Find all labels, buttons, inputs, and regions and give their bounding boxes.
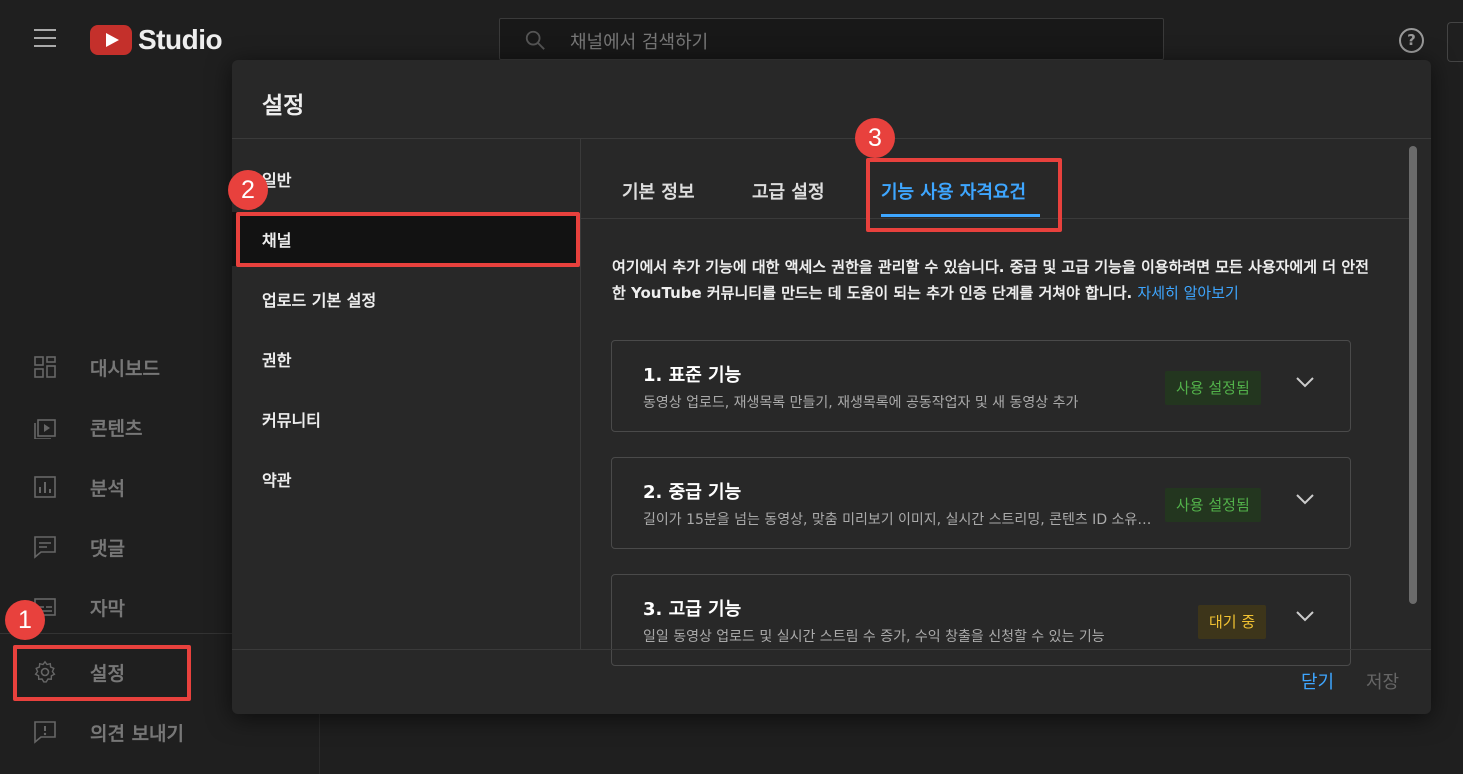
status-badge: 사용 설정됨 (1165, 488, 1261, 522)
nav-label: 댓글 (90, 537, 125, 560)
studio-logo[interactable]: Studio (90, 24, 223, 56)
chevron-down-icon[interactable] (1295, 375, 1315, 389)
logo-text: Studio (138, 24, 223, 55)
side-item-label: 업로드 기본 설정 (262, 291, 377, 310)
settings-side-item-upload-defaults[interactable]: 업로드 기본 설정 (232, 272, 580, 326)
side-item-label: 약관 (262, 471, 292, 490)
status-badge: 사용 설정됨 (1165, 371, 1261, 405)
settings-side-item-agreements[interactable]: 약관 (232, 452, 580, 506)
divider (232, 138, 1431, 139)
learn-more-link[interactable]: 자세히 알아보기 (1137, 284, 1238, 302)
tab-advanced-settings[interactable]: 고급 설정 (752, 178, 825, 204)
status-badge: 대기 중 (1198, 605, 1267, 639)
scrollbar[interactable] (1409, 146, 1417, 604)
search-box[interactable]: 채널에서 검색하기 (499, 18, 1164, 60)
feedback-icon (34, 721, 56, 744)
feature-card-intermediate[interactable]: 2. 중급 기능 길이가 15분을 넘는 동영상, 맞춤 미리보기 이미지, 실… (611, 457, 1351, 549)
card-subtitle: 길이가 15분을 넘는 동영상, 맞춤 미리보기 이미지, 실시간 스트리밍, … (643, 512, 1153, 528)
youtube-logo-icon (90, 25, 132, 55)
settings-side-item-general[interactable]: 일반 (232, 152, 580, 206)
tab-basic-info[interactable]: 기본 정보 (622, 178, 695, 204)
chevron-down-icon[interactable] (1295, 492, 1315, 506)
side-item-label: 권한 (262, 351, 292, 370)
comments-icon (34, 536, 56, 559)
annotation-box-eligibility-tab (866, 158, 1062, 232)
chevron-down-icon[interactable] (1295, 609, 1315, 623)
divider (232, 649, 1431, 650)
feature-card-standard[interactable]: 1. 표준 기능 동영상 업로드, 재생목록 만들기, 재생목록에 공동작업자 … (611, 340, 1351, 432)
card-title: 1. 표준 기능 (643, 365, 742, 386)
card-subtitle: 동영상 업로드, 재생목록 만들기, 재생목록에 공동작업자 및 새 동영상 추… (643, 395, 1079, 411)
eligibility-description: 여기에서 추가 기능에 대한 액세스 권한을 관리할 수 있습니다. 중급 및 … (612, 254, 1372, 306)
nav-label: 자막 (90, 597, 125, 620)
annotation-badge-3: 3 (855, 118, 895, 158)
nav-label: 의견 보내기 (90, 722, 185, 745)
content-icon (34, 419, 56, 439)
card-subtitle: 일일 동영상 업로드 및 실시간 스트림 수 증가, 수익 창출을 신청할 수 … (643, 629, 1105, 645)
feature-card-advanced[interactable]: 3. 고급 기능 일일 동영상 업로드 및 실시간 스트림 수 증가, 수익 창… (611, 574, 1351, 666)
description-text: 여기에서 추가 기능에 대한 액세스 권한을 관리할 수 있습니다. 중급 및 … (612, 258, 1369, 302)
create-button[interactable] (1447, 22, 1463, 62)
settings-dialog: 설정 일반 채널 업로드 기본 설정 권한 커뮤니티 약관 기본 정보 고급 설… (232, 60, 1431, 714)
annotation-box-channel (236, 212, 580, 267)
annotation-badge-2: 2 (228, 170, 268, 210)
dialog-title: 설정 (262, 93, 305, 119)
settings-side-item-community[interactable]: 커뮤니티 (232, 392, 580, 446)
nav-label: 콘텐츠 (90, 417, 143, 440)
side-item-label: 커뮤니티 (262, 411, 321, 430)
divider (580, 138, 581, 650)
annotation-box-settings (13, 645, 191, 701)
close-button[interactable]: 닫기 (1301, 668, 1334, 694)
card-title: 3. 고급 기능 (643, 599, 742, 620)
save-button[interactable]: 저장 (1366, 668, 1399, 694)
dashboard-icon (34, 356, 56, 378)
search-icon (525, 30, 545, 50)
nav-label: 분석 (90, 477, 125, 500)
nav-label: 대시보드 (90, 357, 160, 380)
menu-icon[interactable] (34, 29, 56, 47)
card-title: 2. 중급 기능 (643, 482, 742, 503)
analytics-icon (34, 476, 56, 498)
annotation-badge-1: 1 (5, 600, 45, 640)
help-icon[interactable]: ? (1399, 28, 1424, 53)
settings-side-item-permissions[interactable]: 권한 (232, 332, 580, 386)
search-input[interactable]: 채널에서 검색하기 (570, 28, 708, 54)
